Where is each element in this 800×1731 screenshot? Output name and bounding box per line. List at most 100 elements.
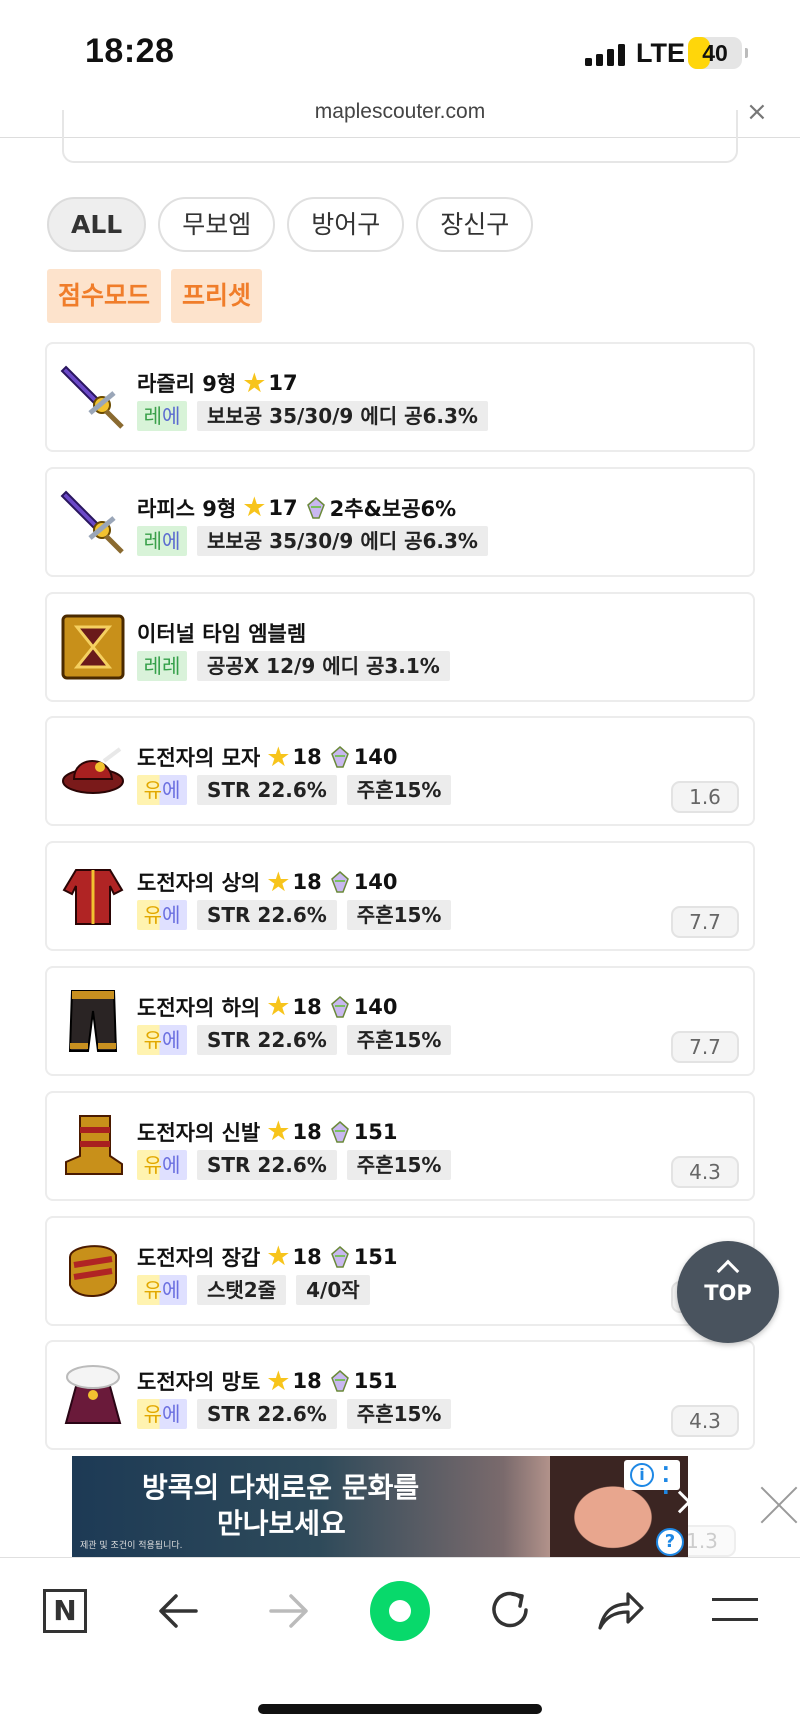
potential-gem-icon [330,995,349,1018]
filter-chip-all[interactable]: ALL [47,197,147,252]
score-badge: 1.6 [671,781,739,814]
item-name: 도전자의 신발 [137,1120,261,1145]
forward-arrow-icon[interactable] [267,1591,311,1631]
home-indicator [258,1704,542,1714]
ad-headline: 방콕의 다채로운 문화를 [142,1471,420,1504]
item-card[interactable]: 라즐리 9형 ★ 17 레에 보보공 35/30/9 에디 공6.3% [45,342,755,452]
item-tags: 유에 STR 22.6% 주흔15% [137,900,452,931]
hat-icon [60,737,126,805]
option-tag: 보보공 35/30/9 에디 공6.3% [197,401,488,431]
option-tag: 주흔15% [346,1024,452,1055]
item-name: 라피스 9형 [137,496,237,521]
filter-chip-weapon[interactable]: 무보엠 [158,197,276,252]
item-title: 도전자의 장갑 ★ 18 151 [137,1242,398,1272]
score-mode-button[interactable]: 점수모드 [47,269,162,323]
item-card[interactable]: 도전자의 상의 ★ 18 140 유에 STR 22.6% 주흔15% 7.7 [45,841,755,952]
item-name: 도전자의 상의 [137,871,261,896]
share-icon[interactable] [596,1588,646,1632]
item-title: 도전자의 모자 ★ 18 140 [137,742,398,772]
grade-badge: 레에 [137,401,187,431]
battery-icon: 40 [688,37,748,69]
item-name: 도전자의 하의 [137,995,261,1020]
option-tag: 주흔15% [346,1399,452,1430]
grade-badge: 유에 [137,1274,187,1305]
more-icon: · · · [662,1456,670,1504]
item-title: 도전자의 망토 ★ 18 151 [137,1366,398,1396]
potential-value: 140 [353,870,398,895]
item-tags: 유에 STR 22.6% 주흔15% [137,1024,452,1055]
emblem-icon [60,613,126,681]
star-force: 18 [292,1369,322,1394]
item-card[interactable]: 도전자의 신발 ★ 18 151 유에 STR 22.6% 주흔15% 4.3 [45,1090,755,1201]
chevron-up-icon [716,1259,740,1283]
item-tags: 유에 STR 22.6% 주흔15% [137,1149,452,1180]
item-title: 도전자의 하의 ★ 18 140 [137,992,398,1022]
potential-gem-icon [330,871,349,893]
battery-level: 40 [702,40,728,66]
option-tag: STR 22.6% [197,1399,337,1430]
ad-close-icon[interactable] [758,1484,800,1526]
item-title: 도전자의 상의 ★ 18 140 [137,867,398,897]
grade-badge: 레레 [137,650,187,681]
star-force: 18 [292,870,322,895]
grade-badge: 유에 [137,1149,187,1180]
star-force: 17 [268,495,298,520]
gloves-icon [60,1237,126,1305]
item-name: 라즐리 9형 [137,372,237,396]
star-icon: ★ [242,492,267,524]
ad-info-button[interactable]: i · · · [624,1458,680,1502]
option-tag: 4/0작 [296,1274,370,1305]
star-icon: ★ [266,991,291,1023]
naver-home-button[interactable]: N [43,1589,87,1633]
star-icon: ★ [266,1241,291,1273]
potential-gem-icon [330,1370,349,1393]
status-bar: 18:28 LTE 40 [0,0,800,100]
green-dot-button[interactable] [370,1581,430,1641]
item-title: 라즐리 9형 ★ 17 [137,368,298,398]
potential-value: 140 [353,745,398,770]
help-icon[interactable]: ? [656,1528,684,1556]
item-tags: 레에 보보공 35/30/9 에디 공6.3% [137,525,488,556]
item-card[interactable]: 도전자의 하의 ★ 18 140 유에 STR 22.6% 주흔15% 7.7 [45,965,755,1076]
item-tags: 레에 보보공 35/30/9 에디 공6.3% [137,401,488,431]
item-card[interactable]: 라피스 9형 ★ 17 2추&보공6% 레에 보보공 35/30/9 에디 공6.3% [45,466,755,577]
item-card[interactable]: 이터널 타임 엠블렘레레 공공X 12/9 에디 공3.1% [45,591,755,702]
star-icon: ★ [266,866,291,898]
grade-badge: 유에 [137,775,187,806]
refresh-icon[interactable] [486,1586,534,1634]
item-tags: 유에 스탯2줄 4/0작 [137,1274,370,1305]
back-arrow-icon[interactable] [156,1591,200,1631]
grade-badge: 유에 [137,1399,187,1430]
grade-badge: 유에 [137,900,187,931]
score-badge: 4.3 [671,1155,739,1188]
filter-chip-accessory[interactable]: 장신구 [416,197,534,252]
ad-banner[interactable]: 방콕의 다채로운 문화를 만나보세요 제관 및 조건이 적용됩니다. i · · ·… [72,1456,688,1558]
mode-buttons: 점수모드 프리셋 [47,269,263,323]
item-name: 도전자의 망토 [137,1370,261,1395]
item-title: 라피스 9형 ★ 17 2추&보공6% [137,493,456,523]
item-card[interactable]: 도전자의 망토 ★ 18 151 유에 STR 22.6% 주흔15% 4.3 [45,1340,755,1451]
item-tags: 유에 STR 22.6% 주흔15% [137,1399,452,1430]
item-title: 도전자의 신발 ★ 18 151 [137,1117,398,1147]
potential-gem-icon [330,1245,349,1268]
item-name: 이터널 타임 엠블렘 [137,621,307,646]
potential-gem-icon [306,496,325,519]
preset-button[interactable]: 프리셋 [171,269,263,323]
option-tag: 공공X 12/9 에디 공3.1% [197,650,450,681]
item-card[interactable]: 도전자의 모자 ★ 18 140 유에 STR 22.6% 주흔15% 1.6 [45,716,755,827]
item-list: 라즐리 9형 ★ 17 레에 보보공 35/30/9 에디 공6.3% 라피스 9형 ★ 17… [45,342,755,1465]
star-icon: ★ [266,1116,291,1148]
close-icon[interactable]: × [746,97,768,127]
item-tags: 유에 STR 22.6% 주흔15% [137,775,452,806]
item-card[interactable]: 도전자의 장갑★18151유에스탯2줄4/0작-31.4 [45,1215,755,1326]
menu-icon[interactable] [712,1598,758,1624]
grade-badge: 레에 [137,525,187,556]
item-name: 도전자의 장갑 [137,1245,261,1270]
option-tag: STR 22.6% [197,1024,337,1055]
previous-panel [62,110,738,163]
potential-value: 151 [353,1119,398,1144]
info-icon: i [630,1463,654,1487]
filter-chip-armor[interactable]: 방어구 [287,197,405,252]
star-icon: ★ [266,1365,291,1397]
scroll-top-button[interactable]: TOP [677,1241,779,1343]
